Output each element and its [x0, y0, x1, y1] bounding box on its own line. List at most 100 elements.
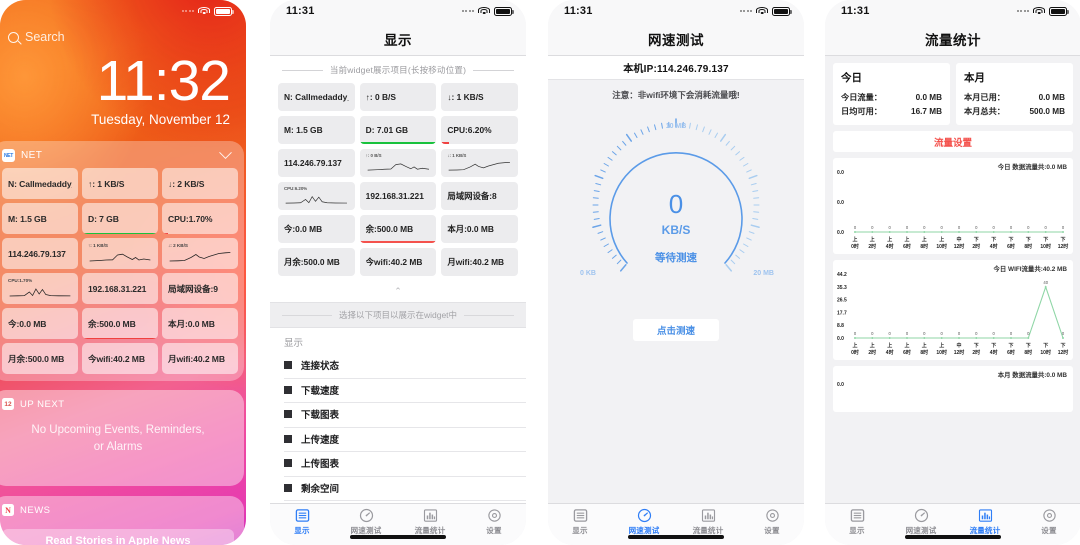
widget-cell-mini-label: ↑: 1 KB/S — [88, 243, 108, 249]
widget-cell[interactable]: 今wifi:40.2 MB — [82, 343, 158, 375]
read-stories-button[interactable]: Read Stories in Apple News — [2, 529, 234, 545]
chart-icon — [978, 508, 993, 523]
widget-cell[interactable]: 114.246.79.137 — [278, 149, 355, 177]
widget-cell[interactable]: M: 1.5 GB — [278, 116, 355, 144]
signal-dots-icon — [181, 10, 194, 12]
checkbox-icon[interactable] — [284, 385, 292, 394]
tab-gauge[interactable]: 网速测试 — [334, 508, 398, 536]
app-display: 11:31 显示 当前widget展示项目(长按移动位置) N: Callmed… — [270, 0, 526, 545]
net-widget[interactable]: NET NET N: Callmedaddy_5G ↑: 1 KB/S ↓: 2 K… — [0, 141, 244, 382]
checkbox-icon[interactable] — [284, 434, 292, 443]
status-bar: 11:31 — [270, 0, 526, 22]
home-indicator — [350, 535, 446, 539]
svg-text:0: 0 — [958, 225, 961, 230]
svg-text:下: 下 — [1060, 236, 1065, 243]
widget-cell[interactable]: 今wifi:40.2 MB — [359, 248, 437, 276]
checkbox-icon[interactable] — [284, 483, 292, 492]
widget-cell[interactable]: ↓: 2 KB/S — [162, 168, 238, 200]
tab-gauge[interactable]: 网速测试 — [612, 508, 676, 536]
checkbox-icon[interactable] — [284, 361, 292, 370]
up-next-widget[interactable]: 12 UP NEXT No Upcoming Events, Reminders… — [0, 390, 244, 487]
status-bar — [0, 0, 246, 22]
list-item[interactable]: 空闲内存 — [270, 500, 526, 503]
widget-cell[interactable]: ↓: 1 KB/S — [441, 83, 518, 111]
widget-cell[interactable]: ↑: 0 B/S — [359, 149, 437, 177]
local-ip-text: 本机IP:114.246.79.137 — [623, 64, 729, 75]
widget-cell[interactable]: 本月:0.0 MB — [162, 308, 238, 340]
widget-cell[interactable]: M: 1.5 GB — [2, 203, 78, 235]
clock-time: 11:32 — [96, 49, 231, 113]
widget-cell[interactable]: D: 7 GB — [82, 203, 158, 235]
tab-gear[interactable]: 设置 — [740, 508, 804, 536]
widget-cell[interactable]: ↑: 1 KB/S — [82, 238, 158, 270]
list-item[interactable]: 剩余空间 — [270, 475, 526, 500]
section-current-widgets: 当前widget展示项目(长按移动位置) — [270, 56, 526, 83]
widget-cell-label: ↑: 0 B/S — [365, 92, 396, 102]
widget-cell[interactable]: ↓: 2 KB/S — [162, 238, 238, 270]
list-item[interactable]: 下载图表 — [270, 402, 526, 427]
tab-chart[interactable]: 流量统计 — [953, 508, 1017, 536]
widget-cell[interactable]: ↑: 0 B/S — [359, 83, 437, 111]
svg-text:8时: 8时 — [920, 349, 928, 356]
tab-list[interactable]: 显示 — [825, 508, 889, 536]
widget-cell[interactable]: ↑: 1 KB/S — [82, 168, 158, 200]
tab-list[interactable]: 显示 — [548, 508, 612, 536]
widget-cell[interactable]: 今:0.0 MB — [278, 215, 355, 243]
widget-cell[interactable]: CPU:6.20% — [441, 116, 518, 144]
sparkline-icon — [169, 252, 231, 262]
svg-text:上: 上 — [904, 236, 909, 243]
widget-cell[interactable]: 局域网设备:9 — [162, 273, 238, 305]
widget-cell[interactable]: N: Callmedaddy_... — [278, 83, 355, 111]
list-item[interactable]: 下载速度 — [270, 377, 526, 402]
widget-cell[interactable]: 月余:500.0 MB — [278, 248, 355, 276]
widget-cell[interactable]: 余:500.0 MB — [82, 308, 158, 340]
svg-text:0: 0 — [975, 331, 978, 336]
widget-cell[interactable]: 今:0.0 MB — [2, 308, 78, 340]
svg-text:上: 上 — [887, 236, 892, 243]
search-bar[interactable]: Search — [0, 22, 246, 44]
widget-cell[interactable]: 114.246.79.137 — [2, 238, 78, 270]
summary-value: 0.0 MB — [915, 93, 942, 102]
widget-cell[interactable]: 192.168.31.221 — [82, 273, 158, 305]
checkbox-icon[interactable] — [284, 459, 292, 468]
chevron-down-icon[interactable] — [219, 146, 232, 160]
news-widget[interactable]: N NEWS Read Stories in Apple News — [0, 496, 244, 545]
widget-cell-label: 余:500.0 MB — [88, 318, 136, 329]
svg-text:0时: 0时 — [851, 243, 859, 250]
svg-text:上: 上 — [870, 342, 875, 349]
list-item[interactable]: 连接状态 — [270, 353, 526, 378]
widget-row: CPU:6.20% 192.168.31.221 局域网设备:8 — [278, 182, 518, 210]
widget-cell[interactable]: 局域网设备:8 — [441, 182, 518, 210]
start-test-button[interactable]: 点击测速 — [633, 319, 719, 341]
status-icons — [461, 6, 514, 16]
battery-icon — [494, 6, 514, 16]
list-item[interactable]: 上传图表 — [270, 451, 526, 476]
widget-cell[interactable]: 本月:0.0 MB — [441, 215, 518, 243]
tab-list[interactable]: 显示 — [270, 508, 334, 536]
page-title: 网速测试 — [648, 32, 704, 48]
widget-cell[interactable]: 余:500.0 MB — [359, 215, 437, 243]
widget-cell[interactable]: N: Callmedaddy_5G — [2, 168, 78, 200]
widget-cell[interactable]: 192.168.31.221 — [359, 182, 437, 210]
svg-text:8时: 8时 — [920, 243, 928, 250]
widget-cell[interactable]: 月wifi:40.2 MB — [162, 343, 238, 375]
tab-gear[interactable]: 设置 — [1017, 508, 1080, 536]
traffic-settings-button[interactable]: 流量设置 — [833, 131, 1073, 152]
widget-cell[interactable]: 月wifi:40.2 MB — [441, 248, 518, 276]
chevron-up-icon[interactable]: ⌃ — [270, 285, 526, 302]
tab-gear[interactable]: 设置 — [462, 508, 526, 536]
svg-text:0: 0 — [993, 331, 996, 336]
widget-cell[interactable]: CPU:1.70% — [2, 273, 78, 305]
svg-text:2时: 2时 — [972, 349, 980, 356]
list-item[interactable]: 上传速度 — [270, 426, 526, 451]
widget-cell[interactable]: D: 7.01 GB — [359, 116, 437, 144]
widget-cell[interactable]: CPU:6.20% — [278, 182, 355, 210]
checkbox-icon[interactable] — [284, 410, 292, 419]
tab-gauge[interactable]: 网速测试 — [889, 508, 953, 536]
tab-chart[interactable]: 流量统计 — [398, 508, 462, 536]
widget-cell[interactable]: CPU:1.70% — [162, 203, 238, 235]
tab-chart[interactable]: 流量统计 — [676, 508, 740, 536]
svg-text:10时: 10时 — [936, 243, 947, 250]
widget-cell[interactable]: ↓: 1 KB/S — [441, 149, 518, 177]
widget-cell[interactable]: 月余:500.0 MB — [2, 343, 78, 375]
